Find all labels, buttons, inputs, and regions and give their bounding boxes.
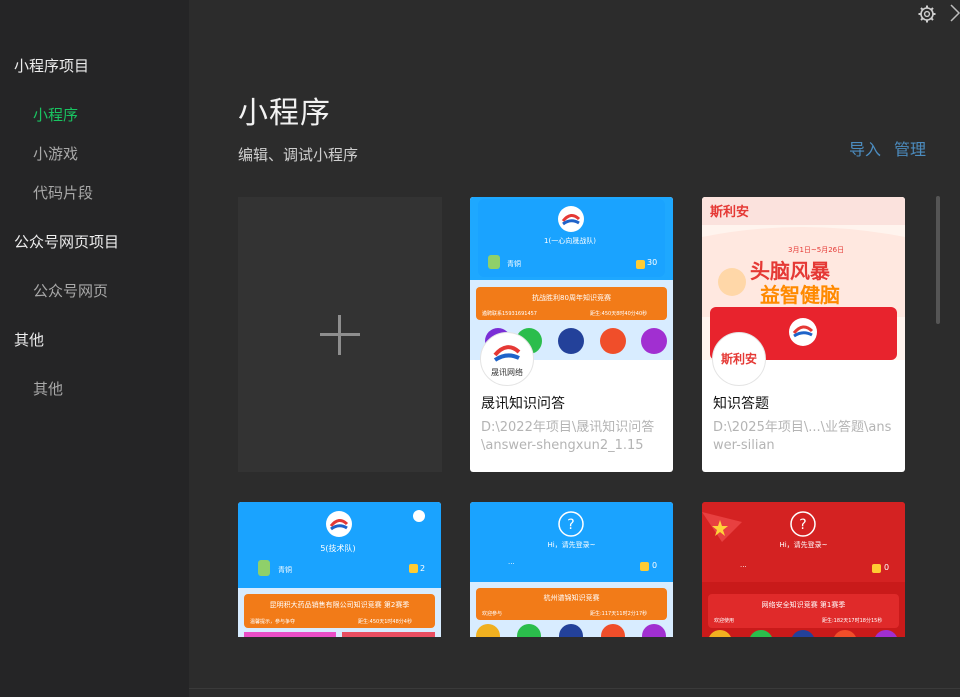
thumb-dots: ... bbox=[508, 558, 515, 566]
project-name: 知识答题 bbox=[713, 396, 769, 412]
thumb-coins: 30 bbox=[647, 258, 658, 267]
project-thumbnail bbox=[238, 502, 441, 637]
new-project-card[interactable] bbox=[238, 197, 442, 472]
project-card[interactable]: ? Hi，请先登录~ ... 0 杭州谱锦知识竞赛 欢迎参与 距生:117天11… bbox=[470, 502, 673, 637]
divider bbox=[189, 688, 960, 689]
project-avatar: 晟讯网络 bbox=[480, 332, 534, 386]
thumb-banner: 抗战胜利80周年知识竞赛 bbox=[532, 294, 611, 302]
thumb-footer-right: 距生:450天1时48分4秒 bbox=[358, 619, 412, 625]
thumb-coins: 0 bbox=[884, 563, 890, 572]
section-miniprogram-projects: 小程序项目 bbox=[14, 57, 90, 75]
project-path: D:\2025年项目\...\业答题\answer-silian bbox=[713, 420, 892, 453]
thumb-coins: 2 bbox=[420, 564, 426, 573]
import-button[interactable]: 导入 bbox=[849, 136, 881, 160]
project-path: D:\2022年项目\晟讯知识问答\answer-shengxun2_1.15 bbox=[481, 420, 655, 453]
thumb-footer-left: 欢迎参与 bbox=[482, 611, 503, 617]
thumb-date: 3月1日~5月26日 bbox=[788, 246, 845, 254]
thumb-team: 1(一心向晟战队) bbox=[544, 237, 596, 245]
section-official-account-web: 公众号网页项目 bbox=[14, 233, 120, 251]
project-card[interactable]: ? Hi，请先登录~ ... 0 网络安全知识竞赛 第1赛季 欢迎使用 距生:1… bbox=[702, 502, 905, 637]
svg-text:?: ? bbox=[799, 517, 806, 533]
sidebar-item-miniprogram[interactable]: 小程序 bbox=[33, 104, 78, 125]
avatar-text: 斯利安 bbox=[720, 352, 757, 366]
thumb-dots: ... bbox=[740, 561, 747, 569]
thumb-banner: 网络安全知识竞赛 第1赛季 bbox=[761, 601, 846, 609]
sidebar-item-official-account-web[interactable]: 公众号网页 bbox=[33, 280, 108, 301]
thumb-rank: 青铜 bbox=[278, 566, 292, 574]
page-title: 小程序 bbox=[238, 96, 331, 131]
sidebar-item-minigame[interactable]: 小游戏 bbox=[33, 143, 78, 164]
sidebar-item-other[interactable]: 其他 bbox=[33, 378, 63, 399]
page-subtitle: 编辑、调试小程序 bbox=[238, 146, 359, 164]
thumb-footer-left: 遴聘联系15931691457 bbox=[482, 311, 537, 317]
project-name: 晟讯知识问答 bbox=[481, 396, 565, 412]
project-avatar: 斯利安 bbox=[712, 332, 766, 386]
thumb-footer-left: 欢迎使用 bbox=[714, 618, 735, 624]
manage-button[interactable]: 管理 bbox=[894, 136, 926, 160]
project-card[interactable]: 5(技术队) 青铜 2 昆明积大药品销售有限公司知识竞赛 第2赛季 温馨提示，参… bbox=[238, 502, 441, 637]
gear-icon[interactable] bbox=[917, 4, 937, 24]
thumb-coins: 0 bbox=[652, 561, 658, 570]
thumb-greeting: Hi，请先登录~ bbox=[779, 541, 828, 549]
avatar-text: 晟讯网络 bbox=[491, 368, 523, 377]
thumb-team: 5(技术队) bbox=[320, 544, 356, 553]
thumb-footer-right: 距生:450天8时40分40秒 bbox=[590, 311, 648, 317]
thumb-rank: 青铜 bbox=[507, 260, 521, 268]
thumb-banner: 杭州谱锦知识竞赛 bbox=[543, 594, 600, 602]
project-card[interactable]: 斯利安 3月1日~5月26日 头脑风暴 益智健脑 斯利安 知识答题 D:\202… bbox=[702, 197, 905, 472]
svg-text:?: ? bbox=[567, 517, 574, 533]
thumb-banner: 昆明积大药品销售有限公司知识竞赛 第2赛季 bbox=[269, 601, 410, 609]
thumb-footer-left: 温馨提示，参与争夺 bbox=[250, 619, 296, 625]
project-card[interactable]: 1(一心向晟战队) 青铜 30 抗战胜利80周年知识竞赛 遴聘联系1593169… bbox=[470, 197, 673, 472]
thumb-footer-right: 距生:117天11时2分17秒 bbox=[590, 611, 648, 617]
thumb-greeting: Hi，请先登录~ bbox=[547, 541, 596, 549]
scrollbar-thumb[interactable] bbox=[936, 196, 940, 324]
thumb-footer-right: 距生:182天17时18分15秒 bbox=[822, 618, 883, 624]
sidebar-item-code-snippet[interactable]: 代码片段 bbox=[33, 182, 93, 203]
thumb-headline2: 益智健脑 bbox=[760, 283, 840, 307]
section-other: 其他 bbox=[14, 331, 45, 349]
thumb-brand: 斯利安 bbox=[710, 205, 750, 220]
close-icon[interactable] bbox=[944, 2, 960, 24]
sidebar: 小程序项目 小程序 小游戏 代码片段 公众号网页项目 公众号网页 其他 其他 bbox=[0, 0, 189, 697]
